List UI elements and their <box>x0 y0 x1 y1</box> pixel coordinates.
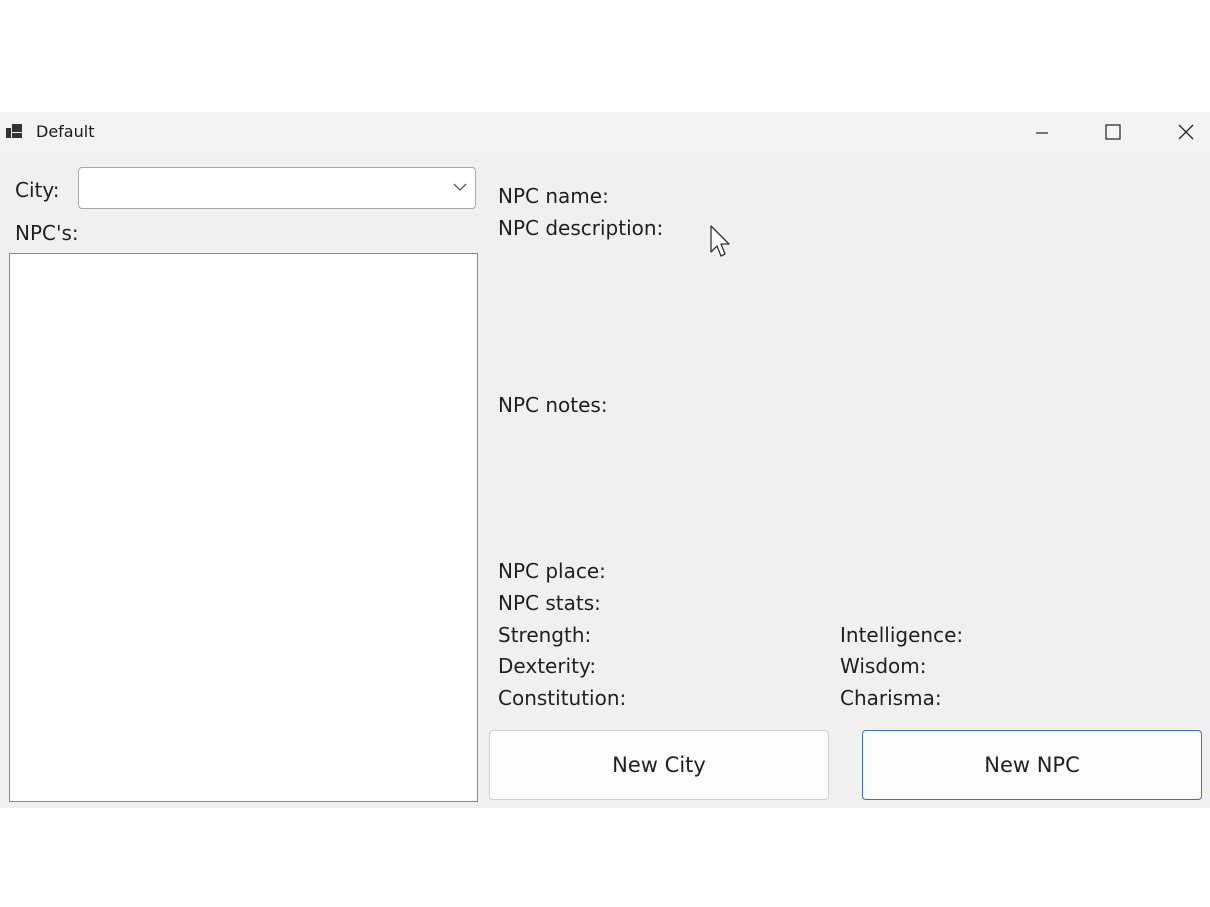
npcs-label: NPC's: <box>15 221 79 245</box>
dexterity-label: Dexterity: <box>498 654 597 678</box>
close-button[interactable] <box>1156 112 1210 152</box>
maximize-icon <box>1105 124 1121 140</box>
city-label: City: <box>15 178 60 202</box>
app-icon <box>6 124 22 138</box>
strength-label: Strength: <box>498 623 592 647</box>
window-title: Default <box>36 122 95 141</box>
npc-stats-label: NPC stats: <box>498 591 601 615</box>
npc-listbox[interactable] <box>9 253 478 802</box>
minimize-button[interactable] <box>1012 112 1072 152</box>
mouse-cursor-icon <box>710 225 730 257</box>
new-npc-button[interactable]: New NPC <box>862 730 1202 800</box>
chevron-down-icon <box>453 183 467 191</box>
intelligence-label: Intelligence: <box>840 623 964 647</box>
app-window: Default City: NPC's: NPC name: NPC descr… <box>0 112 1210 808</box>
charisma-label: Charisma: <box>840 686 942 710</box>
wisdom-label: Wisdom: <box>840 654 927 678</box>
title-bar[interactable]: Default <box>0 112 1210 152</box>
new-city-button[interactable]: New City <box>489 730 829 800</box>
npc-description-label: NPC description: <box>498 216 664 240</box>
close-icon <box>1178 124 1194 140</box>
npc-place-label: NPC place: <box>498 559 606 583</box>
npc-notes-label: NPC notes: <box>498 393 608 417</box>
maximize-button[interactable] <box>1083 112 1143 152</box>
npc-name-label: NPC name: <box>498 184 609 208</box>
constitution-label: Constitution: <box>498 686 627 710</box>
minimize-icon <box>1036 132 1048 134</box>
city-combobox[interactable] <box>78 167 476 209</box>
